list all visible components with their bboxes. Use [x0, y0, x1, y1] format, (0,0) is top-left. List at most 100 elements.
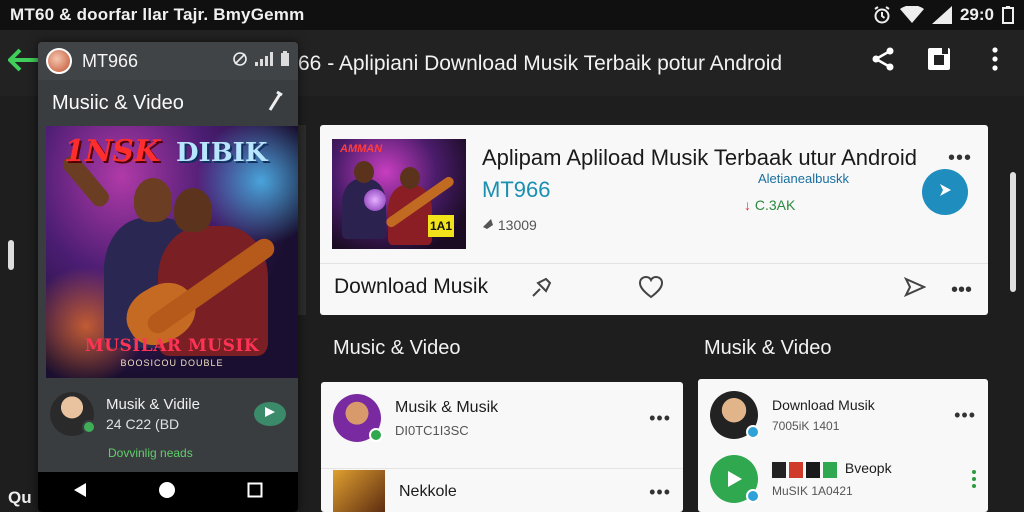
avatar[interactable]	[46, 48, 72, 74]
list-item-title: Nekkole	[399, 483, 457, 500]
send-icon	[903, 276, 927, 301]
thumbnail-text: AMMAN	[340, 143, 383, 155]
app-bar-actions	[868, 46, 1010, 76]
divider	[320, 263, 988, 264]
avatar-badge	[746, 425, 760, 439]
phone-track-card[interactable]: Musik & Vidile 24 C22 (BD	[38, 378, 298, 440]
poster-title-left: 1NSK	[64, 134, 161, 169]
phone-top-bar: MT966	[38, 42, 298, 80]
save-button[interactable]	[924, 46, 954, 76]
list-item-more-button[interactable]: •••	[954, 405, 976, 426]
list-item-text: Download Musik 7005iK 1401	[772, 397, 875, 433]
avatar	[50, 392, 96, 436]
play-count: 13009	[482, 217, 537, 233]
scrollbar[interactable]	[1010, 172, 1016, 292]
list-item-title: Bveopk	[844, 460, 892, 477]
thumbnail	[333, 470, 385, 512]
thumbnail-figure	[400, 167, 420, 189]
online-badge	[82, 420, 96, 434]
list-item-subtitle: DI0TC1I3SC	[395, 422, 469, 438]
phone-track-title: Musik & Vidile	[106, 396, 200, 413]
app-icon	[823, 461, 837, 478]
list-item-more-button[interactable]: •••	[649, 408, 671, 429]
share-button[interactable]	[868, 46, 898, 76]
like-button[interactable]	[638, 275, 664, 304]
pin-button[interactable]	[530, 275, 554, 304]
app-icon	[789, 461, 803, 478]
list-item-more-button[interactable]	[972, 470, 976, 488]
edge-swipe-handle[interactable]	[8, 240, 14, 270]
page-title: 66 - Aplipiani Download Musik Terbaik po…	[298, 52, 783, 75]
phone-header: Musiic & Video	[38, 80, 298, 126]
back-arrow-icon	[7, 47, 42, 78]
featured-thumbnail[interactable]: AMMAN 1A1	[332, 139, 466, 249]
play-arrow-icon	[726, 469, 744, 494]
download-label[interactable]: Download Musik	[334, 275, 488, 299]
alarm-icon	[872, 5, 892, 25]
list-item-subtitle: 7005iK 1401	[772, 419, 840, 433]
nav-recents-button[interactable]	[247, 482, 263, 503]
save-icon	[926, 46, 952, 77]
avatar	[333, 394, 383, 442]
thumbnail-figure	[354, 161, 374, 183]
featured-more-button-bottom[interactable]: •••	[951, 279, 972, 302]
play-count-value: 13009	[497, 217, 537, 233]
right-list-card: Download Musik 7005iK 1401 ••• Bveopk Mu…	[698, 379, 988, 512]
list-item-title: Musik & Musik	[395, 398, 499, 416]
battery-icon	[280, 50, 290, 72]
status-bar-title: MT60 & doorfar llar Tajr. BmyGemm	[10, 5, 305, 24]
featured-title: Aplipam Apliload Musik Terbaak utur Andr…	[482, 145, 917, 170]
trend-arrow-icon: ↓	[744, 197, 751, 213]
nav-home-button[interactable]	[158, 481, 176, 504]
phone-header-title: Musiic & Video	[52, 91, 184, 114]
poster-figure	[134, 178, 172, 222]
avatar	[710, 391, 760, 439]
app-icon	[772, 461, 786, 478]
nav-back-button[interactable]	[73, 482, 87, 503]
list-item[interactable]: Nekkole •••	[321, 470, 683, 512]
phone-status-icons	[232, 50, 290, 72]
section-heading-left: Music & Video	[333, 337, 461, 359]
avatar-badge	[746, 489, 760, 503]
phone-preview-panel: MT966 Musiic & Video 1NSK DIBIK MUSILAR …	[38, 42, 298, 512]
vertical-dots-icon	[991, 46, 999, 76]
list-item[interactable]: Bveopk MuSIK 1A0421	[698, 455, 988, 503]
back-button[interactable]	[7, 47, 42, 78]
featured-card[interactable]: AMMAN 1A1 Aplipam Apliload Musik Terbaak…	[320, 125, 988, 315]
list-item-title: Download Musik	[772, 397, 875, 413]
poster-title-bottom: MUSILAR MUSIK	[84, 336, 260, 356]
share-icon	[870, 46, 896, 77]
list-item[interactable]: Download Musik 7005iK 1401 •••	[698, 391, 988, 439]
more-menu-button[interactable]	[980, 46, 1010, 76]
poster-title-right: DIBIK	[176, 138, 268, 168]
signal-icon	[255, 51, 273, 71]
alarm-icon	[232, 51, 248, 72]
corner-text: Qu	[8, 488, 32, 507]
signal-icon	[931, 6, 952, 24]
phone-nav-bar	[38, 472, 298, 512]
go-button[interactable]	[922, 169, 968, 215]
list-item-text: Musik & Musik DI0TC1I3SC	[395, 399, 498, 438]
avatar-badge	[369, 428, 383, 442]
featured-more-button[interactable]: •••	[948, 147, 972, 170]
list-item[interactable]: Musik & Musik DI0TC1I3SC •••	[321, 394, 683, 442]
list-item-title-row: Bveopk	[772, 460, 892, 478]
phone-track-subtitle: 24 C22 (BD	[106, 416, 180, 432]
poster-subtitle: BOOSICOU DOUBLE	[120, 358, 224, 368]
section-heading-right: Musik & Video	[704, 337, 832, 359]
play-button[interactable]	[254, 402, 286, 426]
list-item-more-button[interactable]: •••	[649, 482, 671, 503]
avatar	[710, 455, 760, 503]
album-poster[interactable]: 1NSK DIBIK MUSILAR MUSIK BOOSICOU DOUBLE	[46, 126, 298, 378]
app-icon	[806, 461, 820, 478]
edit-icon[interactable]	[266, 90, 284, 117]
heart-icon	[638, 275, 664, 303]
left-list-card: Musik & Musik DI0TC1I3SC ••• Nekkole •••	[321, 382, 683, 512]
battery-icon	[1002, 6, 1014, 24]
featured-stat: ↓ C.3AK	[744, 197, 795, 213]
downloading-label: Dovvinlig neads	[108, 446, 193, 460]
send-button[interactable]	[903, 276, 927, 302]
plays-icon	[482, 217, 498, 233]
status-bar: MT60 & doorfar llar Tajr. BmyGemm 29:0	[0, 0, 1024, 30]
thumbnail-light	[364, 189, 386, 211]
